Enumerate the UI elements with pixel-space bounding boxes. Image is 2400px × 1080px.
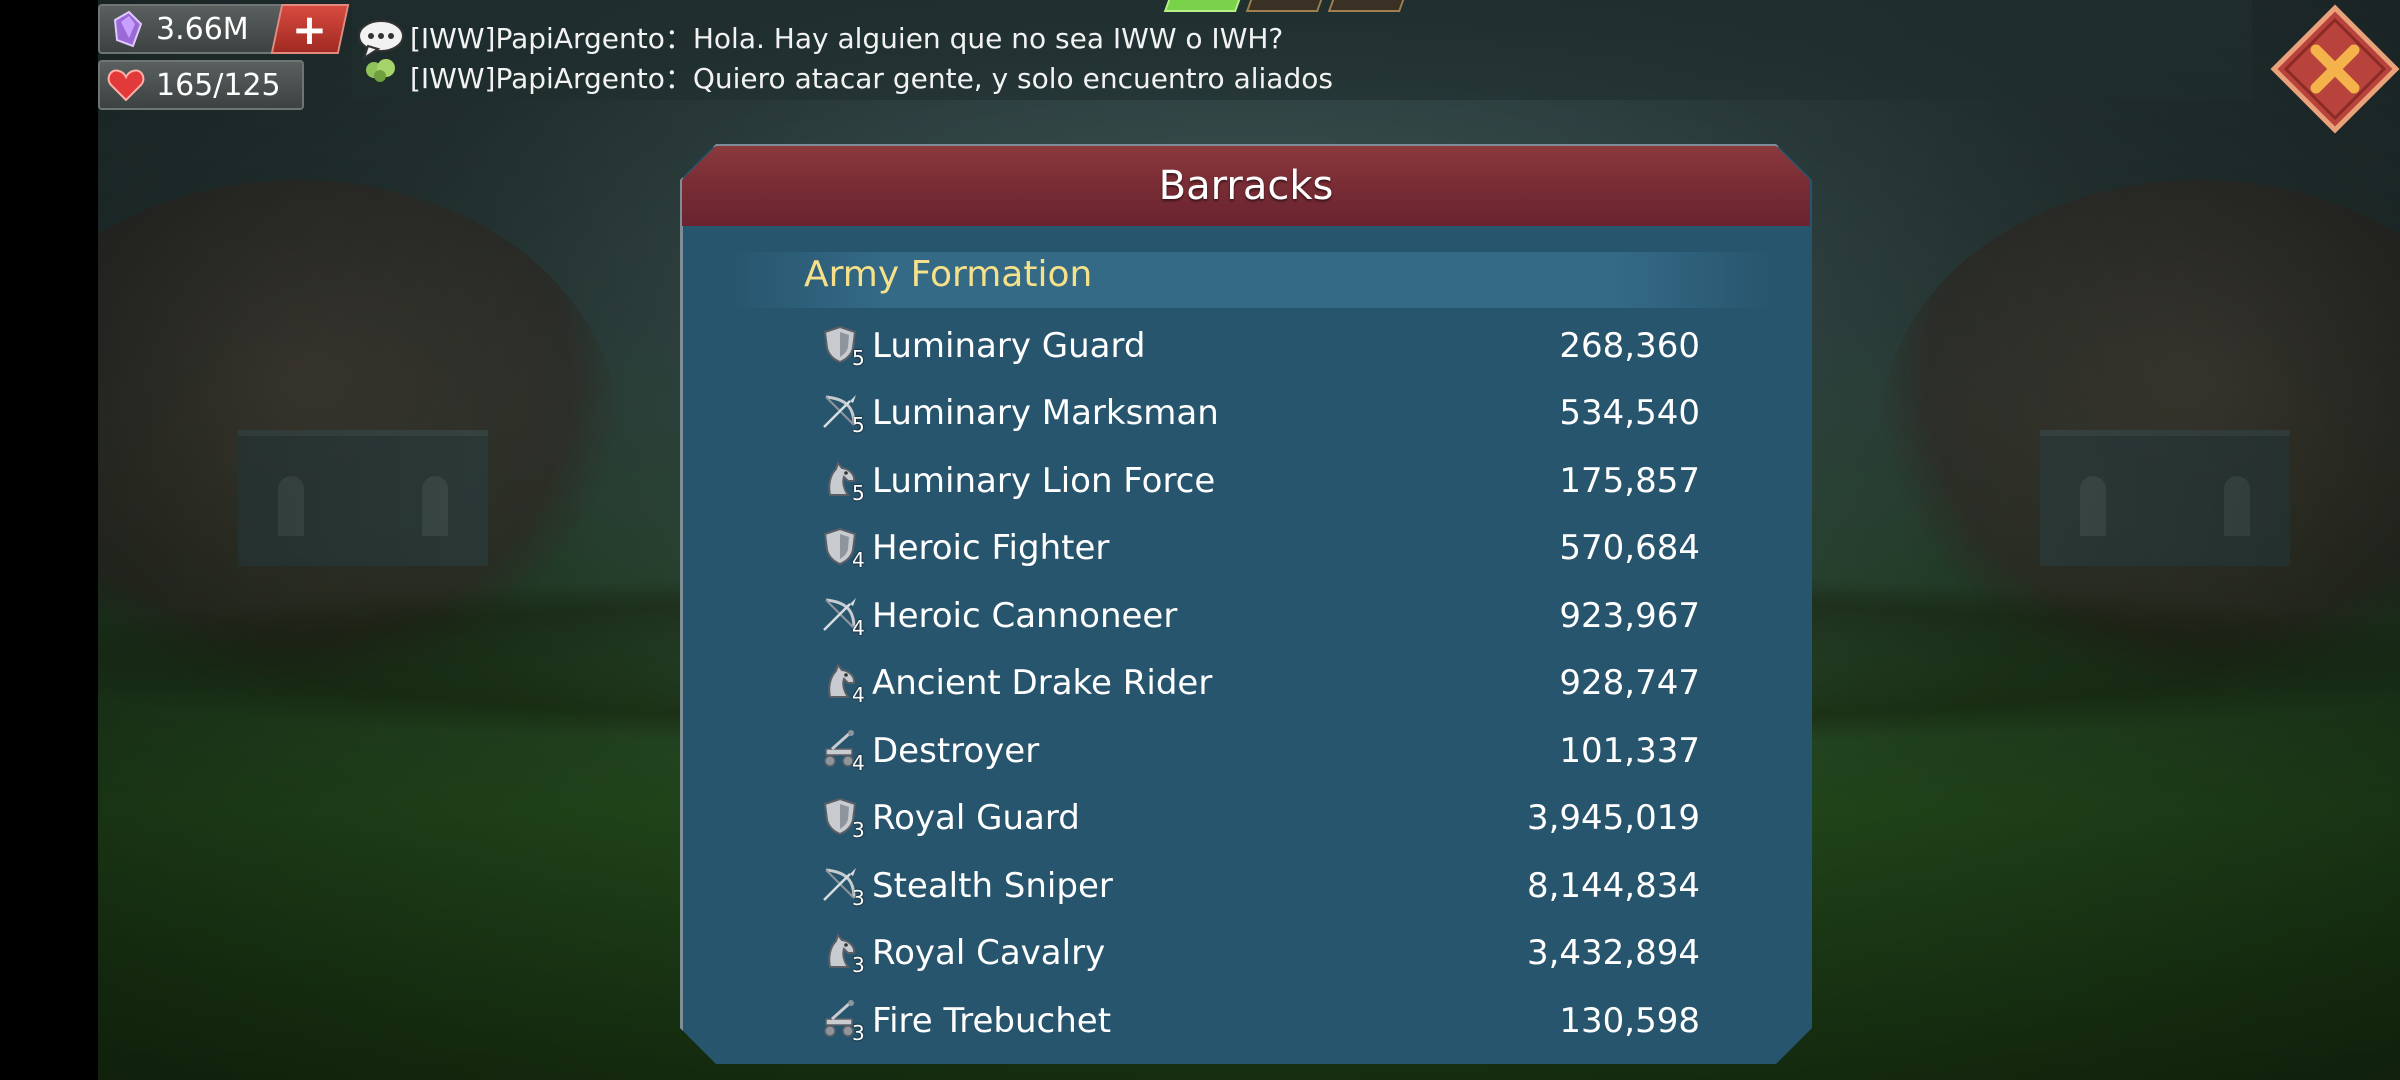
troop-row[interactable]: 3 Stealth Sniper 8,144,834: [820, 852, 1700, 920]
section-title: Army Formation: [804, 254, 1093, 295]
chat-sender: [IWW]PapiArgento: [410, 62, 665, 95]
chat-separator: ：: [664, 22, 693, 55]
heart-icon: [106, 65, 146, 105]
troop-row[interactable]: 3 Fire Trebuchet 130,598: [820, 987, 1700, 1055]
troop-name: Fire Trebuchet: [872, 1000, 1112, 1041]
troop-count: 8,144,834: [1526, 865, 1700, 906]
panel-header: Barracks: [682, 146, 1810, 226]
troop-count: 175,857: [1559, 460, 1700, 501]
plus-icon: +: [292, 4, 328, 54]
infantry-icon: 5: [820, 324, 865, 370]
troop-name: Luminary Marksman: [872, 393, 1219, 434]
screen-letterbox: [0, 0, 98, 1080]
panel-title: Barracks: [1158, 163, 1334, 209]
gems-value: 3.66M: [156, 11, 249, 47]
chat-sender: [IWW]PapiArgento: [410, 22, 665, 55]
page-dot: [1245, 0, 1323, 12]
troop-tier: 5: [852, 480, 865, 505]
infantry-icon: 4: [820, 526, 865, 573]
troop-tier: 4: [852, 615, 865, 640]
troop-row[interactable]: 4 Ancient Drake Rider 928,747: [820, 650, 1700, 718]
troop-name: Stealth Sniper: [872, 865, 1113, 906]
troop-count: 268,360: [1559, 325, 1700, 366]
chat-separator: ：: [664, 62, 693, 95]
ranged-icon: 5: [820, 391, 865, 438]
troop-count: 570,684: [1559, 528, 1700, 569]
chat-message: [IWW]PapiArgento：Quiero atacar gente, y …: [410, 57, 1333, 97]
troop-count: 3,945,019: [1526, 798, 1700, 839]
stamina-value: 165/125: [156, 67, 281, 103]
troop-count: 3,432,894: [1526, 933, 1700, 974]
cavalry-icon: 3: [820, 931, 865, 978]
troop-row[interactable]: 3 Royal Guard 3,945,019: [820, 785, 1700, 853]
troop-list: 5 Luminary Guard 268,360 5 Luminary Marksman…: [820, 312, 1700, 1055]
troop-count: 923,967: [1559, 595, 1700, 636]
troop-name: Destroyer: [872, 730, 1040, 771]
gem-icon: [106, 9, 146, 49]
ranged-icon: 3: [820, 864, 865, 910]
troop-tier: 5: [852, 345, 865, 370]
chat-message: [IWW]PapiArgento：Hola. Hay alguien que n…: [410, 17, 1283, 57]
siege-icon: 4: [820, 729, 865, 775]
ranged-icon: 4: [820, 594, 865, 640]
troop-count: 928,747: [1559, 663, 1700, 704]
stamina-counter[interactable]: 165/125: [98, 60, 304, 110]
page-indicator: [1163, 0, 1405, 12]
add-gems-button[interactable]: +: [270, 4, 350, 54]
troop-tier: 3: [852, 818, 865, 843]
troop-row[interactable]: 3 Royal Cavalry 3,432,894: [820, 920, 1700, 988]
troop-tier: 3: [852, 1020, 865, 1045]
troop-name: Luminary Lion Force: [872, 460, 1216, 501]
siege-icon: 3: [820, 999, 865, 1045]
page-dot: [1327, 0, 1405, 12]
cavalry-icon: 5: [820, 459, 865, 505]
page-dot-active: [1163, 0, 1241, 12]
troop-tier: 3: [852, 953, 865, 978]
chat-text: Hola. Hay alguien que no sea IWW o IWH?: [692, 22, 1284, 55]
troop-name: Royal Guard: [872, 798, 1080, 839]
troop-row[interactable]: 5 Luminary Marksman 534,540: [820, 380, 1700, 448]
troop-row[interactable]: 5 Luminary Lion Force 175,857: [820, 447, 1700, 515]
troop-name: Ancient Drake Rider: [872, 663, 1213, 704]
infantry-icon: 3: [820, 796, 865, 843]
troop-row[interactable]: 4 Heroic Cannoneer 923,967: [820, 582, 1700, 650]
troop-count: 534,540: [1559, 393, 1700, 434]
troop-name: Heroic Fighter: [872, 528, 1110, 569]
troop-tier: 4: [852, 683, 865, 708]
chat-text: Quiero atacar gente, y solo encuentro al…: [692, 62, 1333, 95]
troop-row[interactable]: 5 Luminary Guard 268,360: [820, 312, 1700, 380]
cavalry-icon: 4: [820, 661, 865, 708]
troop-name: Royal Cavalry: [872, 933, 1106, 974]
close-button[interactable]: [2270, 4, 2400, 134]
troop-name: Heroic Cannoneer: [872, 595, 1178, 636]
troop-tier: 4: [852, 750, 865, 775]
troop-tier: 5: [852, 413, 865, 438]
chat-bubble-icon[interactable]: [356, 16, 406, 82]
troop-row[interactable]: 4 Destroyer 101,337: [820, 717, 1700, 785]
gems-counter[interactable]: 3.66M: [98, 4, 298, 54]
troop-row[interactable]: 4 Heroic Fighter 570,684: [820, 515, 1700, 583]
troop-count: 130,598: [1559, 1000, 1700, 1041]
troop-count: 101,337: [1559, 730, 1700, 771]
troop-tier: 4: [852, 548, 865, 573]
troop-tier: 3: [852, 885, 865, 910]
troop-name: Luminary Guard: [872, 325, 1146, 366]
